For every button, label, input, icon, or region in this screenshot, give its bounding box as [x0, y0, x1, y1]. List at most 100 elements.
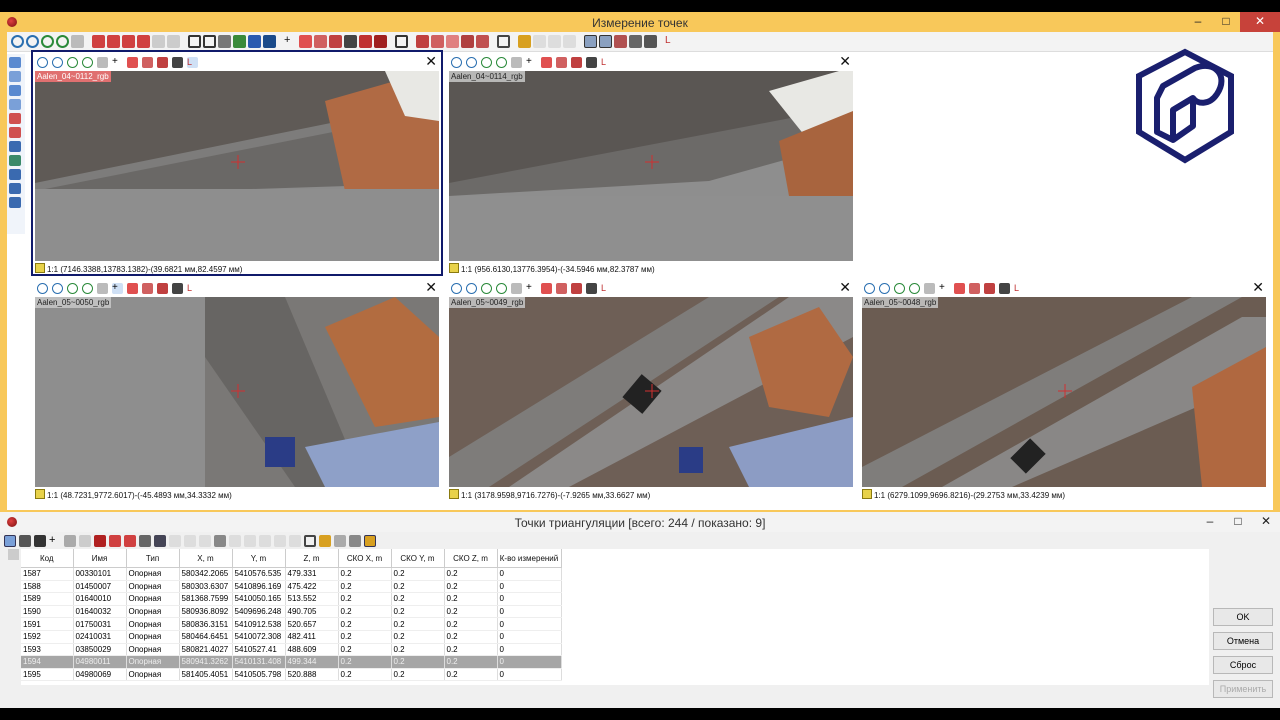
delete-icon[interactable] — [344, 35, 357, 48]
edit-point-icon[interactable] — [954, 282, 965, 294]
zoom-1to1-icon[interactable] — [71, 35, 84, 48]
add-point-icon[interactable]: + — [939, 282, 950, 294]
table-row[interactable]: 1589 01640010 Опорная 581368.7599 5410050.16… — [21, 592, 562, 606]
delete-icon[interactable] — [172, 282, 183, 294]
camera-2-icon[interactable] — [644, 35, 657, 48]
add-icon[interactable]: + — [49, 535, 61, 547]
minimize-button[interactable]: – — [1196, 512, 1224, 532]
corner-icon[interactable]: L — [1014, 283, 1025, 294]
zoom-out-icon[interactable] — [879, 282, 890, 294]
image-panel-5[interactable]: + L ✕ Aalen_05~0048_rgb 1:1 (6279.1099,9… — [860, 280, 1268, 502]
zoom-fit-icon[interactable] — [481, 282, 492, 294]
column-header[interactable]: Имя — [73, 549, 127, 568]
layers-icon[interactable] — [9, 169, 21, 180]
add-point-icon[interactable]: + — [526, 282, 537, 294]
column-header[interactable]: СКО Z, m — [444, 549, 498, 568]
zoom-all-icon[interactable] — [496, 56, 507, 68]
table-row[interactable]: 1590 01640032 Опорная 580936.8092 5409696.24… — [21, 605, 562, 619]
flag-icon[interactable] — [314, 35, 327, 48]
disabled-icon-5[interactable] — [244, 535, 256, 547]
measure-icon[interactable] — [984, 282, 995, 294]
filter-down-icon[interactable] — [9, 141, 21, 152]
zoom-all-icon[interactable] — [56, 35, 69, 48]
grid-view-icon[interactable] — [9, 197, 21, 208]
corner-icon[interactable]: L — [187, 283, 198, 294]
report-icon[interactable] — [304, 535, 316, 547]
edit-point-icon[interactable] — [541, 56, 552, 68]
tie-point-2-icon[interactable] — [431, 35, 444, 48]
edit-point-icon[interactable] — [127, 282, 138, 294]
layers-2-icon[interactable] — [9, 183, 21, 194]
zoom-in-icon[interactable] — [37, 282, 48, 294]
remove-icon[interactable] — [94, 535, 106, 547]
delete-icon[interactable] — [64, 535, 76, 547]
flag-icon[interactable] — [142, 282, 153, 294]
zoom-1to1-icon[interactable] — [97, 282, 108, 294]
view-multi-icon[interactable] — [599, 35, 612, 48]
arrow-left-icon[interactable] — [92, 35, 105, 48]
link-points-icon[interactable] — [9, 99, 21, 110]
title-bar[interactable]: Точки триангуляции [всего: 244 / показан… — [0, 512, 1280, 532]
maximize-button[interactable]: □ — [1224, 512, 1252, 532]
zoom-fit-icon[interactable] — [481, 56, 492, 68]
cross-icon[interactable] — [374, 35, 387, 48]
move-icon[interactable] — [233, 35, 246, 48]
flag-icon[interactable] — [556, 56, 567, 68]
redo-icon[interactable] — [167, 35, 180, 48]
reset-button[interactable]: Сброс — [1213, 656, 1273, 674]
table-icon[interactable] — [395, 35, 408, 48]
column-header[interactable]: Z, m — [285, 549, 339, 568]
flag-icon[interactable] — [556, 282, 567, 294]
marker-icon[interactable] — [9, 113, 21, 124]
aerial-image[interactable]: Aalen_05~0049_rgb — [449, 297, 853, 487]
binoculars-icon[interactable] — [34, 535, 46, 547]
add-point-icon[interactable]: + — [112, 282, 123, 294]
zoom-1to1-icon[interactable] — [511, 282, 522, 294]
tools-icon[interactable] — [349, 535, 361, 547]
zoom-out-icon[interactable] — [466, 282, 477, 294]
table-row[interactable]: 1588 01450007 Опорная 580303.6307 5410896.16… — [21, 580, 562, 594]
panel-close-button[interactable]: ✕ — [839, 54, 851, 68]
image-panel-4[interactable]: + L ✕ Aalen_05~0049_rgb 1:1 (3178.9598,9… — [447, 280, 855, 502]
aerial-image[interactable]: Aalen_04~0114_rgb — [449, 71, 853, 261]
pointer-icon[interactable] — [9, 57, 21, 68]
zoom-all-icon[interactable] — [82, 282, 93, 294]
zoom-all-icon[interactable] — [909, 282, 920, 294]
table-row[interactable]: 1587 00330101 Опорная 580342.2065 5410576.53… — [21, 567, 562, 581]
zoom-in-icon[interactable] — [451, 56, 462, 68]
grid-icon[interactable] — [214, 535, 226, 547]
tie-point-icon[interactable] — [416, 35, 429, 48]
report-icon[interactable] — [497, 35, 510, 48]
panel-close-button[interactable]: ✕ — [839, 280, 851, 294]
save-icon[interactable] — [263, 35, 276, 48]
zoom-out-icon[interactable] — [52, 282, 63, 294]
aerial-image[interactable]: Aalen_05~0050_rgb — [35, 297, 439, 487]
close-button[interactable]: ✕ — [1240, 12, 1280, 32]
corner-icon[interactable]: L — [601, 283, 612, 294]
zoom-in-icon[interactable] — [11, 35, 24, 48]
delete-icon[interactable] — [586, 56, 597, 68]
image-icon[interactable] — [518, 35, 531, 48]
add-point-icon[interactable]: + — [284, 35, 297, 48]
minimize-button[interactable]: – — [1184, 12, 1212, 32]
column-header[interactable]: СКО X, m — [338, 549, 392, 568]
disabled-icon-6[interactable] — [259, 535, 271, 547]
table-row[interactable]: 1595 04980069 Опорная 581405.4051 5410505.79… — [21, 668, 562, 682]
table-row[interactable]: 1591 01750031 Опорная 580836.3151 5410912.53… — [21, 617, 562, 631]
options-icon[interactable] — [476, 35, 489, 48]
disabled-icon-2[interactable] — [184, 535, 196, 547]
zoom-fit-icon[interactable] — [67, 282, 78, 294]
marker-2-icon[interactable] — [9, 127, 21, 138]
measure-icon[interactable] — [157, 282, 168, 294]
zoom-fit-icon[interactable] — [41, 35, 54, 48]
column-header[interactable]: Тип — [126, 549, 180, 568]
title-bar[interactable]: Измерение точек – □ ✕ — [0, 12, 1280, 32]
edit-point-icon[interactable] — [299, 35, 312, 48]
table-row[interactable]: 1592 02410031 Опорная 580464.6451 5410072.30… — [21, 630, 562, 644]
table-row[interactable]: 1593 03850029 Опорная 580821.4027 5410527.41… — [21, 643, 562, 657]
column-options-icon[interactable] — [8, 549, 19, 560]
column-header[interactable]: X, m — [179, 549, 233, 568]
book-icon[interactable] — [248, 35, 261, 48]
undo-icon[interactable] — [152, 35, 165, 48]
ok-button[interactable]: OK — [1213, 608, 1273, 626]
